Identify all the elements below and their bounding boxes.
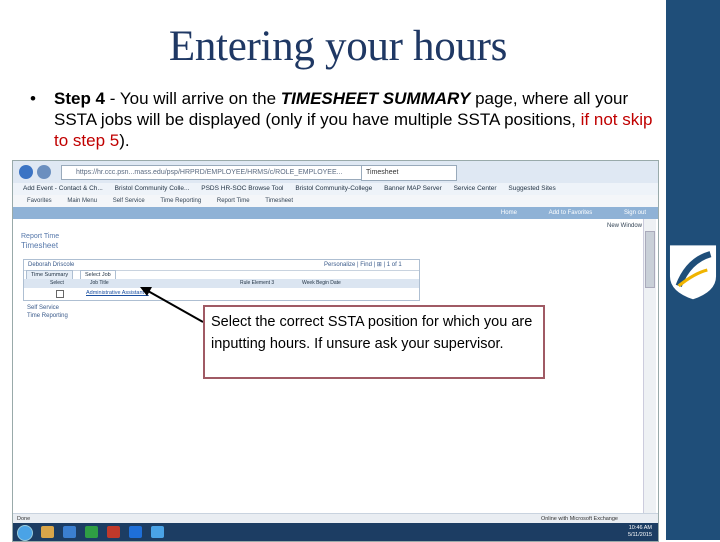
new-window-link[interactable]: New Window <box>607 223 642 229</box>
page-title: Timesheet <box>21 241 59 250</box>
timesheet-summary-emphasis: TIMESHEET SUMMARY <box>280 89 471 108</box>
excel-icon[interactable] <box>85 526 98 538</box>
column-header: Rule Element 3 <box>240 280 275 286</box>
employee-name: Deborah Driscole <box>28 262 75 268</box>
taskbar-clock: 10:46 AM 5/11/2015 <box>628 525 652 539</box>
back-button[interactable] <box>19 165 33 179</box>
favorite-link[interactable]: Service Center <box>454 185 497 192</box>
column-header: Select <box>50 280 64 286</box>
menu-report-time[interactable]: Report Time <box>217 198 250 204</box>
bullet-dot: • <box>30 89 36 108</box>
sign-out-link[interactable]: Sign out <box>624 210 646 216</box>
bullet-text: Step 4 - You will arrive on the TIMESHEE… <box>54 88 654 151</box>
header-band: Home Add to Favorites Sign out <box>13 207 658 219</box>
college-logo-icon <box>668 243 718 302</box>
side-nav-self-service[interactable]: Self Service <box>27 304 68 312</box>
step-label: Step 4 <box>54 89 106 108</box>
internet-explorer-icon[interactable] <box>151 526 164 538</box>
browser-tab[interactable]: Timesheet <box>361 165 457 181</box>
favorite-link[interactable]: PSDS HR-SOC Browse Tool <box>201 185 283 192</box>
column-header: Week Begin Date <box>302 280 341 286</box>
table-row: Administrative Assistant II <box>24 288 419 299</box>
home-link[interactable]: Home <box>501 210 517 216</box>
scrollbar-thumb[interactable] <box>645 231 655 288</box>
address-bar[interactable]: https://hr.ccc.psn...mass.edu/psp/HRPRD/… <box>61 165 377 180</box>
slide-title: Entering your hours <box>168 23 508 70</box>
menu-main-menu[interactable]: Main Menu <box>67 198 97 204</box>
bullet-text-end: ). <box>119 131 130 150</box>
add-to-favorites-link[interactable]: Add to Favorites <box>549 210 593 216</box>
job-title-link[interactable]: Administrative Assistant II <box>86 288 149 299</box>
app-icon[interactable] <box>63 526 76 538</box>
favorite-link[interactable]: Suggested Sites <box>508 185 555 192</box>
browser-toolbar: https://hr.ccc.psn...mass.edu/psp/HRPRD/… <box>13 161 658 184</box>
column-header: Job Title <box>90 280 109 286</box>
clock-date: 5/11/2015 <box>627 532 652 538</box>
favorite-link[interactable]: Add Event - Contact & Ch... <box>23 185 103 192</box>
grid-controls[interactable]: Personalize | Find | ⊞ | 1 of 1 <box>324 260 402 270</box>
forward-button[interactable] <box>37 165 51 179</box>
slide: Entering your hours • Step 4 - You will … <box>0 0 720 542</box>
menu-favorites[interactable]: Favorites <box>27 198 52 204</box>
start-button-icon[interactable] <box>17 525 33 541</box>
instruction-callout: Select the correct SSTA position for whi… <box>203 305 545 379</box>
folder-icon[interactable] <box>41 526 54 538</box>
side-nav: Self Service Time Reporting <box>27 304 68 320</box>
favorite-link[interactable]: Banner MAP Server <box>384 185 442 192</box>
word-icon[interactable] <box>129 526 142 538</box>
app-icon[interactable] <box>107 526 120 538</box>
header-links: Home Add to Favorites Sign out <box>471 207 646 219</box>
favorite-link[interactable]: Bristol Community-College <box>295 185 372 192</box>
menu-time-reporting[interactable]: Time Reporting <box>160 198 201 204</box>
clock-time: 10:46 AM <box>628 525 652 531</box>
menu-self-service[interactable]: Self Service <box>113 198 145 204</box>
page-breadcrumb: Report Time <box>21 233 60 240</box>
windows-taskbar: 10:46 AM 5/11/2015 <box>13 523 658 541</box>
grid-column-headers: Select Job Title Rule Element 3 Week Beg… <box>24 279 419 288</box>
grid-tabs: Time Summary Select Job <box>24 270 419 281</box>
side-nav-time-reporting[interactable]: Time Reporting <box>27 312 68 320</box>
menu-timesheet[interactable]: Timesheet <box>265 198 293 204</box>
select-job-checkbox[interactable] <box>56 290 64 298</box>
bullet-text-part: - You will arrive on the <box>105 89 281 108</box>
favorite-link[interactable]: Bristol Community Colle... <box>115 185 190 192</box>
job-select-grid: Deborah Driscole Personalize | Find | ⊞ … <box>23 259 420 301</box>
